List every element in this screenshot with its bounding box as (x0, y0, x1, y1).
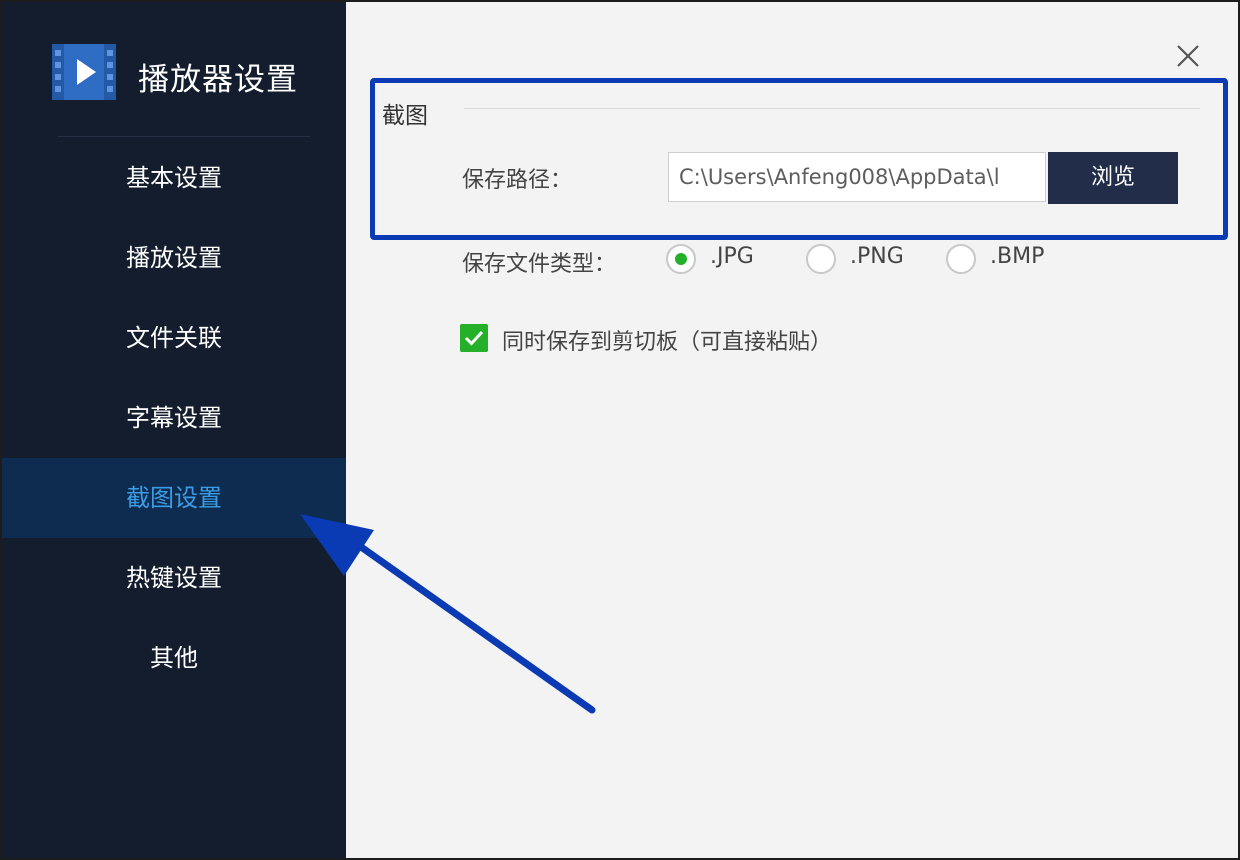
sidebar-item-basic[interactable]: 基本设置 (2, 138, 346, 218)
sidebar-item-screenshot[interactable]: 截图设置 (2, 458, 346, 538)
settings-window: 播放器设置 基本设置 播放设置 文件关联 字幕设置 截图设置 热键设置 其他 截… (0, 0, 1240, 860)
save-path-input[interactable]: C:\Users\Anfeng008\AppData\l (668, 152, 1046, 202)
settings-content: 截图 保存路径： C:\Users\Anfeng008\AppData\l 浏览… (346, 2, 1238, 858)
app-title: 播放器设置 (138, 62, 298, 98)
sidebar-item-playback[interactable]: 播放设置 (2, 218, 346, 298)
radio-selected-dot (675, 253, 687, 265)
radio-jpg-circle (666, 244, 696, 274)
sidebar-item-subtitles[interactable]: 字幕设置 (2, 378, 346, 458)
sidebar-divider (58, 136, 310, 137)
sidebar-item-file-association[interactable]: 文件关联 (2, 298, 346, 378)
radio-bmp-circle (946, 244, 976, 274)
section-title: 截图 (382, 103, 428, 129)
video-player-icon (52, 44, 116, 100)
radio-bmp-label: .BMP (990, 244, 1045, 269)
radio-png-label: .PNG (850, 244, 904, 269)
clipboard-checkbox-label: 同时保存到剪切板（可直接粘贴） (502, 330, 833, 355)
radio-jpg-label: .JPG (710, 244, 754, 269)
file-type-label: 保存文件类型： (462, 252, 617, 277)
save-path-label: 保存路径： (462, 168, 573, 193)
sidebar-item-hotkeys[interactable]: 热键设置 (2, 538, 346, 618)
sidebar-item-other[interactable]: 其他 (2, 618, 346, 698)
sidebar-nav: 基本设置 播放设置 文件关联 字幕设置 截图设置 热键设置 其他 (2, 138, 346, 698)
close-icon[interactable] (1172, 40, 1204, 72)
sidebar: 播放器设置 基本设置 播放设置 文件关联 字幕设置 截图设置 热键设置 其他 (2, 2, 346, 858)
browse-button[interactable]: 浏览 (1048, 152, 1178, 204)
section-divider (464, 108, 1200, 109)
radio-png-circle (806, 244, 836, 274)
clipboard-checkbox[interactable] (460, 324, 488, 352)
